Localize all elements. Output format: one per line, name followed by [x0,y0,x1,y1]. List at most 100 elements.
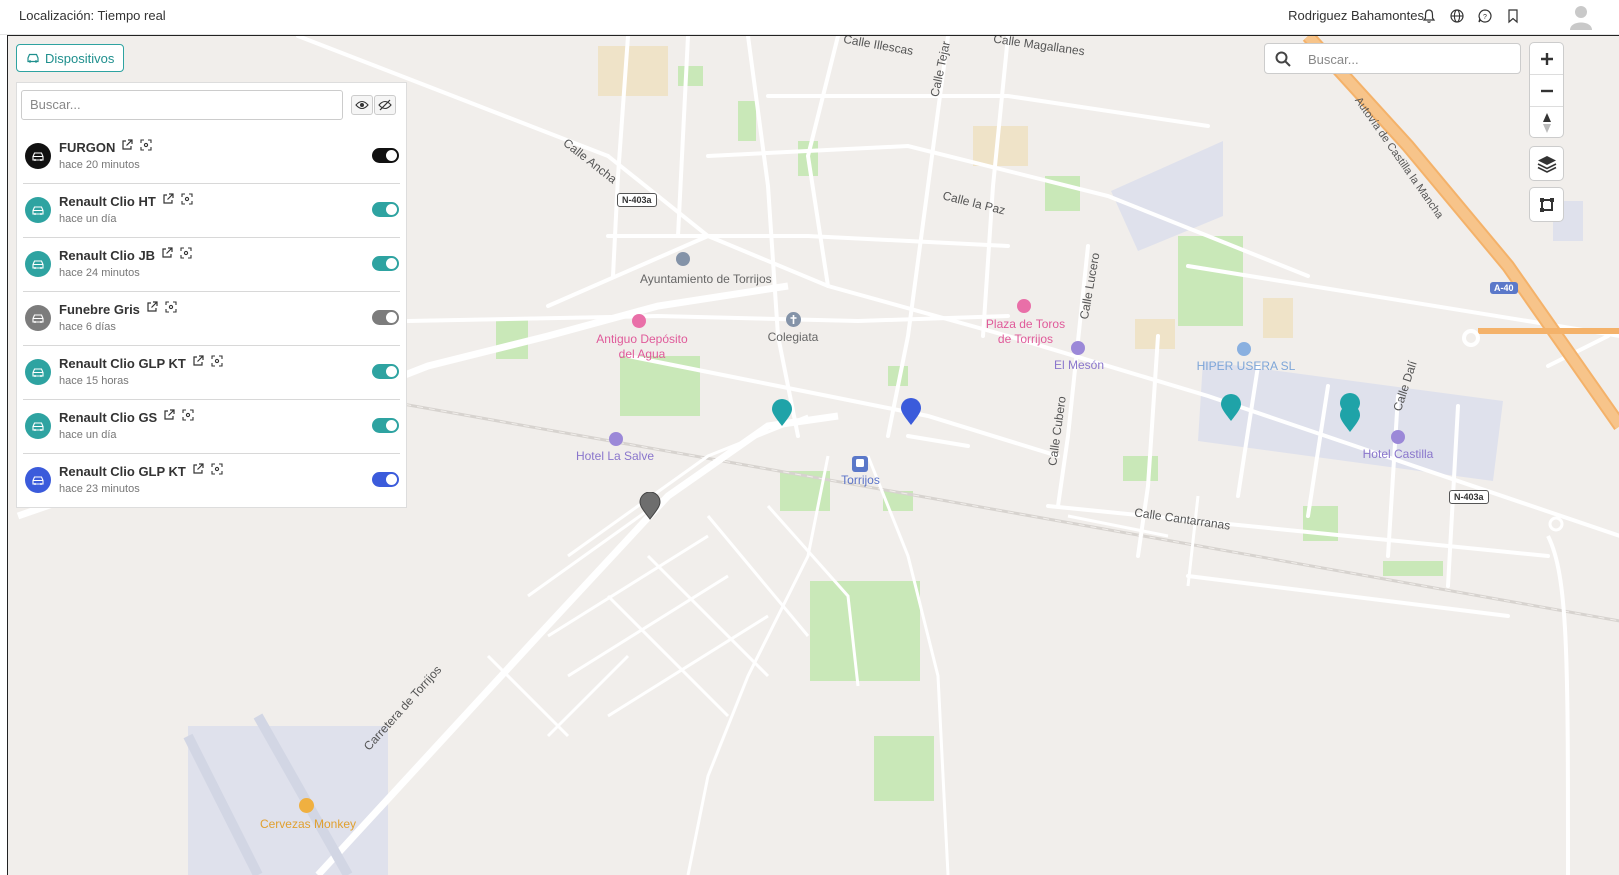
device-last-seen: hace 23 minutos [59,483,140,495]
page-title: Localización: Tiempo real [19,8,166,23]
locate-icon[interactable] [165,301,177,313]
device-row[interactable]: Renault Clio GLP KT hace 23 minutos [23,455,400,507]
car-icon [25,413,51,439]
minus-icon [1540,89,1553,92]
device-last-seen: hace 20 minutos [59,159,140,171]
svg-text:?: ? [1483,14,1487,21]
vehicle-marker[interactable] [771,399,793,427]
brewery-icon [299,798,314,813]
car-icon [27,53,39,63]
device-last-seen: hace 24 minutos [59,267,140,279]
device-row[interactable]: Renault Clio GLP KT hace 15 horas [23,347,400,400]
device-name: Renault Clio GS [59,410,158,425]
user-avatar-icon[interactable] [1569,4,1593,30]
road-shield: N-403a [617,193,657,207]
poi-label: Cervezas Monkey [259,817,357,831]
locate-icon[interactable] [140,139,152,151]
bookmark-icon[interactable] [1505,8,1521,24]
device-visibility-toggle[interactable] [372,364,399,379]
device-row[interactable]: Renault Clio JB hace 24 minutos [23,239,400,292]
device-visibility-toggle[interactable] [372,418,399,433]
external-link-icon[interactable] [163,409,175,421]
external-link-icon[interactable] [162,193,174,205]
external-link-icon[interactable] [121,139,133,151]
locate-icon[interactable] [180,247,192,259]
poi-label: Ayuntamiento de Torrijos [640,272,772,286]
device-name: Funebre Gris [59,302,140,317]
locate-icon[interactable] [211,463,223,475]
device-last-seen: hace un día [59,213,117,225]
train-station-icon [852,456,868,472]
device-name: Renault Clio HT [59,194,156,209]
external-link-icon[interactable] [161,247,173,259]
eye-off-icon [378,99,392,111]
measure-area-button[interactable] [1530,188,1563,221]
user-name[interactable]: Rodriguez Bahamontes [1288,8,1424,23]
reset-north-button[interactable] [1530,107,1563,138]
zoom-in-button[interactable] [1530,43,1563,75]
compass-icon [1542,112,1551,133]
devices-button[interactable]: Dispositivos [16,44,125,72]
search-icon [1275,51,1291,67]
map-search-placeholder: Buscar... [1308,52,1359,67]
device-name: Renault Clio JB [59,248,156,263]
device-visibility-toggle[interactable] [372,202,399,217]
poi-label: El Mesón [1053,358,1105,372]
device-row[interactable]: FURGON hace 20 minutos [23,131,400,184]
zoom-out-button[interactable] [1530,75,1563,107]
poi-label: Plaza de Toros de Torrijos [985,317,1066,346]
car-icon [25,305,51,331]
device-search-input[interactable]: Buscar... [21,90,343,120]
device-visibility-toggle[interactable] [372,472,399,487]
external-link-icon[interactable] [192,463,204,475]
devices-button-label: Dispositivos [45,50,115,66]
device-last-seen: hace 15 horas [59,375,129,387]
polygon-icon [1539,197,1554,212]
vehicle-marker[interactable] [639,492,661,520]
help-chat-icon[interactable]: ? [1477,8,1493,24]
layers-icon [1537,155,1556,173]
device-last-seen: hace un día [59,429,117,441]
device-row[interactable]: Renault Clio GS hace un día [23,401,400,454]
device-visibility-toggle[interactable] [372,310,399,325]
device-visibility-toggle[interactable] [372,148,399,163]
bell-icon[interactable] [1421,8,1437,24]
show-all-button[interactable] [351,95,373,115]
device-row[interactable]: Funebre Gris hace 6 días [23,293,400,346]
monument-icon [632,314,646,328]
device-last-seen: hace 6 días [59,321,116,333]
eye-icon [355,100,369,110]
locate-icon[interactable] [211,355,223,367]
town-hall-icon [676,252,690,266]
poi-label: Colegiata [767,330,819,344]
device-row[interactable]: Renault Clio HT hace un día [23,185,400,238]
car-icon [25,251,51,277]
car-icon [25,197,51,223]
poi-label: Hotel La Salve [575,449,655,463]
device-name: Renault Clio GLP KT [59,356,186,371]
poi-label: HIPER USERA SL [1196,359,1296,373]
bullring-icon [1017,299,1031,313]
hide-all-button[interactable] [374,95,396,115]
car-icon [25,359,51,385]
external-link-icon[interactable] [146,301,158,313]
top-bar: Localización: Tiempo real Rodriguez Baha… [0,0,1619,35]
locate-icon[interactable] [182,409,194,421]
poi-label: Torrijos [841,473,880,487]
device-name: FURGON [59,140,116,155]
locate-icon[interactable] [181,193,193,205]
poi-label: Hotel Castilla [1362,447,1434,461]
road-shield: A-40 [1490,282,1518,294]
vehicle-marker[interactable] [1339,405,1361,433]
device-name: Renault Clio GLP KT [59,464,186,479]
car-icon [25,143,51,169]
globe-icon[interactable] [1449,8,1465,24]
hotel-icon [609,432,623,446]
plus-icon [1540,52,1553,65]
external-link-icon[interactable] [192,355,204,367]
vehicle-marker[interactable] [1220,394,1242,422]
device-visibility-toggle[interactable] [372,256,399,271]
map-search-input[interactable]: Buscar... [1264,43,1521,74]
vehicle-marker[interactable] [900,398,922,426]
layers-button[interactable] [1530,147,1563,180]
